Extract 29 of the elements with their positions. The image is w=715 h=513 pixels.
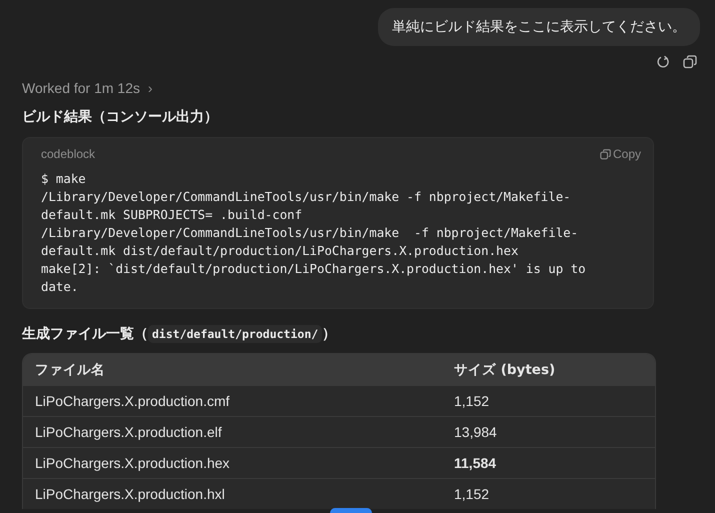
retry-icon[interactable] (656, 55, 670, 69)
table-cell-text: 1,152 (453, 393, 490, 409)
section-heading: 生成ファイル一覧（ (22, 325, 148, 343)
user-message: 単純にビルド結果をここに表示してください。 (378, 8, 700, 46)
code-line: date. (41, 278, 80, 296)
code-line: default.mk SUBPROJECTS= .build-conf (41, 206, 304, 224)
section-heading: ） (322, 325, 336, 343)
column-header: ファイル名 (34, 360, 106, 378)
copy-icon (600, 148, 611, 160)
copy-button[interactable]: Copy (600, 147, 641, 161)
table-cell-text: LiPoChargers.X.production.hex (34, 455, 231, 471)
code-line: /Library/Developer/CommandLineTools/usr/bin/make -f nbproject/Makefile- (41, 188, 572, 206)
code-line: /Library/Developer/CommandLineTools/usr/bin/make -f nbproject/Makefile- (41, 224, 580, 242)
copy-icon[interactable] (683, 55, 697, 69)
scroll-button[interactable] (330, 508, 372, 513)
worked-for-toggle[interactable]: Worked for 1m 12s › (22, 80, 153, 96)
code-line: make[2]: `dist/default/production/LiPoChargers.X.production.hex' is up to (41, 260, 587, 278)
column-header: サイズ (bytes) (453, 360, 556, 378)
code-language: codeblock (41, 147, 96, 161)
table-cell-text: LiPoChargers.X.production.cmf (34, 393, 231, 409)
table-cell-text: 1,152 (453, 486, 490, 502)
table-cell-text: 13,984 (453, 424, 498, 440)
code-line: default.mk dist/default/production/LiPoChargers.X.production.hex (41, 242, 520, 260)
section-heading: ビルド結果（コンソール出力） (22, 108, 219, 126)
table-cell-text: LiPoChargers.X.production.hxl (34, 486, 226, 502)
inline-code: dist/default/production/ (148, 325, 322, 343)
table-cell-text: LiPoChargers.X.production.elf (34, 424, 223, 440)
code-line: $ make (41, 170, 87, 188)
table-cell-text: 11,584 (453, 455, 498, 471)
